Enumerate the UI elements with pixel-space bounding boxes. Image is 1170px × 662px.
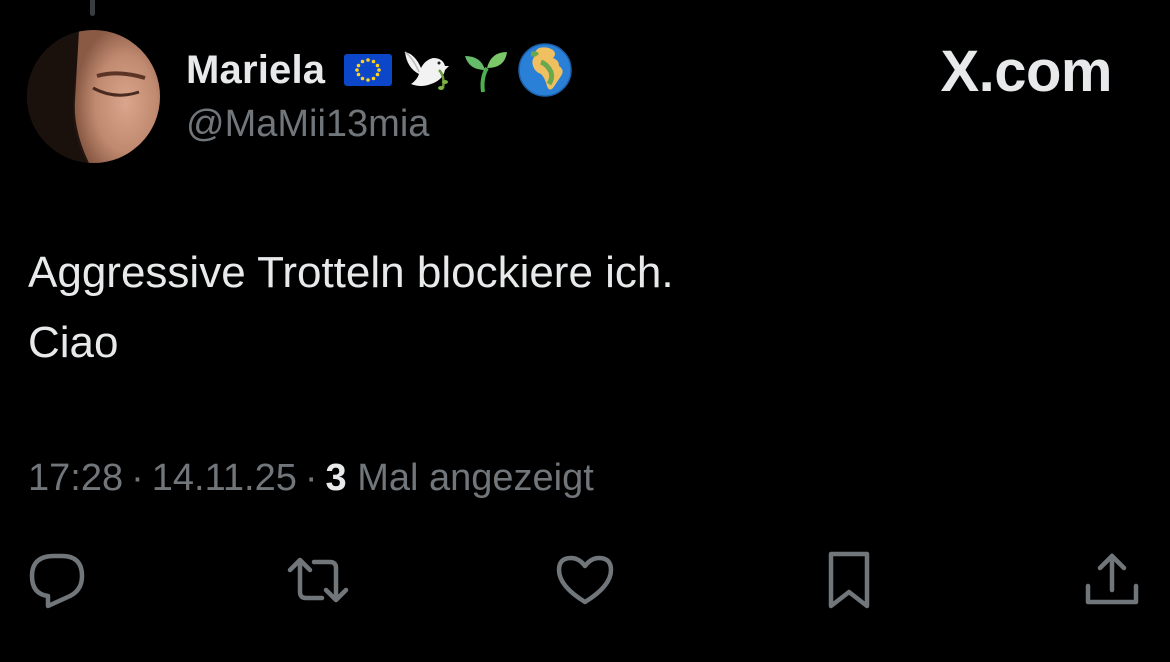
action-bar bbox=[0, 548, 1170, 612]
seedling-emoji bbox=[459, 44, 511, 96]
heart-icon bbox=[556, 555, 614, 605]
globe-europe-africa-emoji bbox=[517, 42, 573, 98]
brand-logo: X.com bbox=[940, 39, 1112, 104]
tweet-date[interactable]: 14.11.25 bbox=[152, 457, 297, 499]
dove-emoji bbox=[399, 44, 451, 96]
author-info: Mariela @MaMii13mia bbox=[186, 42, 573, 146]
repost-arrows-icon bbox=[287, 557, 349, 603]
speech-bubble-icon bbox=[29, 553, 85, 609]
name-row: Mariela bbox=[186, 42, 573, 98]
tweet-meta: 17:28 · 14.11.25 · 3 Mal angezeigt bbox=[28, 454, 594, 502]
tweet-line: Aggressive Trotteln blockiere ich. bbox=[28, 248, 674, 297]
share-button[interactable] bbox=[1080, 548, 1144, 612]
repost-button[interactable] bbox=[286, 548, 350, 612]
thread-connector-line bbox=[90, 0, 95, 16]
avatar-image bbox=[27, 30, 160, 163]
avatar[interactable] bbox=[27, 30, 160, 163]
views-label: Mal angezeigt bbox=[357, 457, 594, 499]
eu-flag-emoji bbox=[343, 44, 393, 96]
views-count: 3 bbox=[325, 457, 347, 499]
author-handle[interactable]: @MaMii13mia bbox=[186, 102, 573, 146]
display-name[interactable]: Mariela bbox=[186, 42, 325, 98]
reply-button[interactable] bbox=[26, 548, 90, 612]
meta-separator: · bbox=[131, 457, 144, 499]
tweet-line: Ciao bbox=[28, 318, 119, 367]
bookmark-button[interactable] bbox=[817, 548, 881, 612]
tweet-time[interactable]: 17:28 bbox=[28, 457, 123, 499]
like-button[interactable] bbox=[553, 548, 617, 612]
tweet-body: Aggressive Trotteln blockiere ich. Ciao bbox=[28, 238, 1128, 378]
meta-separator: · bbox=[304, 457, 318, 499]
bookmark-icon bbox=[828, 551, 870, 609]
share-upload-icon bbox=[1085, 553, 1139, 605]
